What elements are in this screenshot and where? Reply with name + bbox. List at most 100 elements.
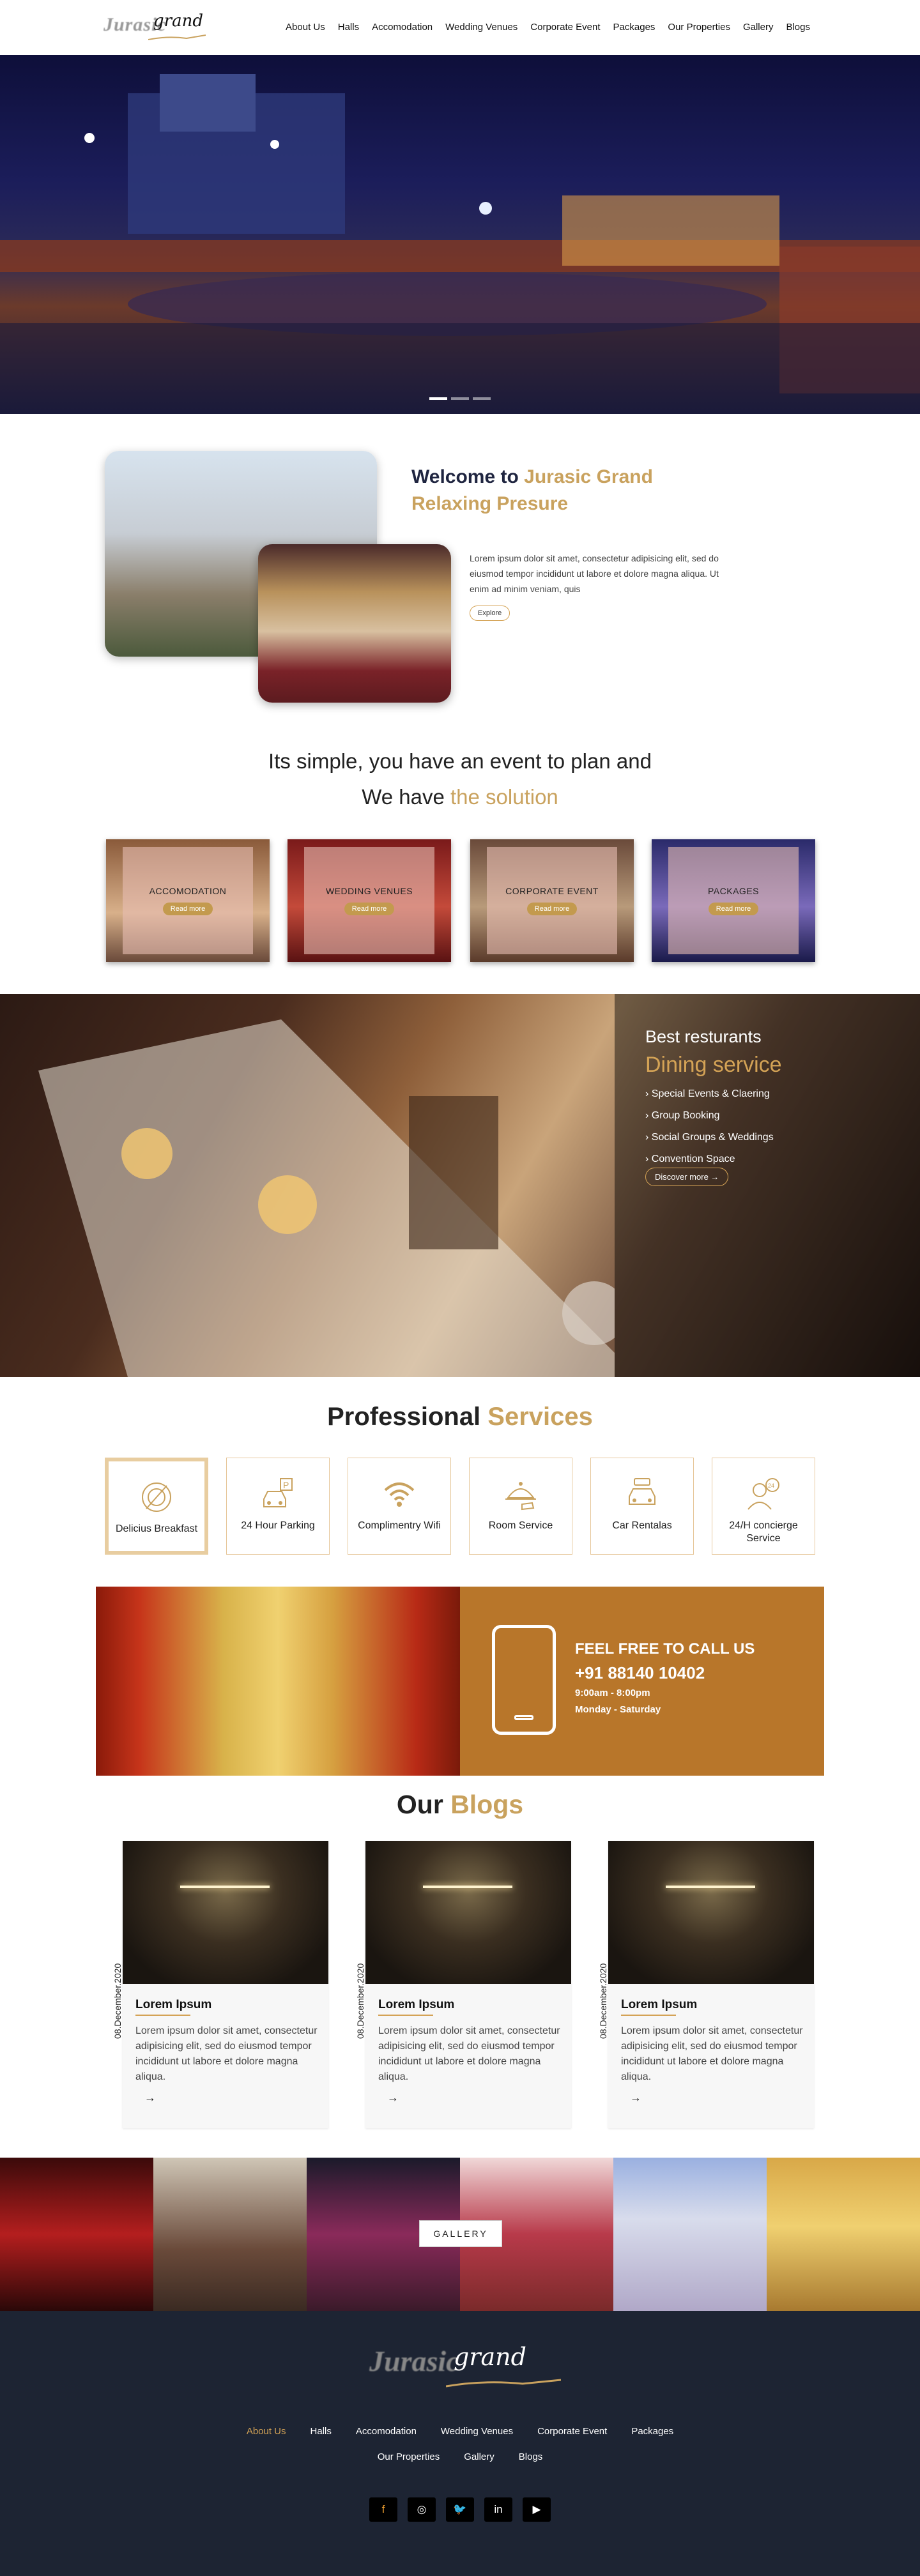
read-more-button[interactable]: Read more — [162, 903, 213, 915]
hero-slider[interactable] — [0, 55, 920, 414]
dining-item: › Social Groups & Weddings — [645, 1132, 774, 1143]
footer-link-about-us[interactable]: About Us — [247, 2426, 286, 2437]
discover-more-button[interactable]: Discover more → — [645, 1168, 729, 1186]
footer-link-our-properties[interactable]: Our Properties — [378, 2451, 440, 2462]
footer-link-packages[interactable]: Packages — [631, 2426, 673, 2437]
blog-image — [608, 1841, 814, 1984]
welcome-text: Lorem ipsum dolor sit amet, consectetur … — [470, 553, 719, 594]
blogs-title: Our Blogs — [396, 1790, 524, 1819]
site-header: Jurasic grand About Us Halls Accomodatio… — [0, 0, 920, 55]
parking-car-icon: P — [263, 1478, 293, 1507]
service-parking: P 24 Hour Parking — [226, 1458, 330, 1555]
call-banner-image — [96, 1587, 460, 1776]
footer-link-corporate-event[interactable]: Corporate Event — [537, 2426, 607, 2437]
solution-heading: Its simple, you have an event to plan an… — [268, 749, 652, 809]
blog-excerpt: Lorem ipsum dolor sit amet, consectetur … — [378, 2025, 560, 2082]
blog-title[interactable]: Lorem Ipsum — [378, 1998, 454, 2012]
read-more-button[interactable]: Read more — [344, 903, 395, 915]
social-links: f ◎ 🐦 in ▶ — [0, 2497, 920, 2522]
gallery-image[interactable] — [767, 2158, 920, 2311]
blog-underline — [621, 2015, 676, 2016]
arrow-right-icon[interactable]: → — [387, 2091, 399, 2105]
nav-wedding-venues[interactable]: Wedding Venues — [445, 22, 518, 33]
dining-subheading: Dining service — [645, 1053, 782, 1077]
nav-packages[interactable]: Packages — [613, 22, 656, 33]
dinosaur-logo-mark — [446, 2379, 561, 2388]
main-nav: About Us Halls Accomodation Wedding Venu… — [286, 22, 810, 33]
service-breakfast: Delicius Breakfast — [105, 1458, 208, 1555]
blog-underline — [378, 2015, 433, 2016]
footer-links-row1: About Us Halls Accomodation Wedding Venu… — [0, 2426, 920, 2437]
twitter-icon[interactable]: 🐦 — [446, 2497, 474, 2522]
room-service-icon — [505, 1482, 536, 1511]
site-footer: Jurasic grand About Us Halls Accomodatio… — [0, 2311, 920, 2576]
car-rental-icon — [629, 1478, 656, 1505]
dining-table-image — [38, 1019, 615, 1377]
slider-dot-2[interactable] — [451, 397, 469, 400]
nav-blogs[interactable]: Blogs — [786, 22, 810, 33]
dining-section: Best resturants Dining service › Special… — [0, 994, 920, 1377]
footer-logo[interactable]: Jurasic grand — [369, 2336, 561, 2394]
footer-link-blogs[interactable]: Blogs — [519, 2451, 543, 2462]
slider-dots — [0, 397, 920, 400]
call-hours: 9:00am - 8:00pm — [575, 1688, 650, 1698]
svg-text:P: P — [283, 1480, 289, 1490]
arrow-right-icon[interactable]: → — [630, 2091, 641, 2105]
blog-card[interactable]: 08.December.2020 Lorem Ipsum Lorem ipsum… — [598, 1841, 814, 2128]
footer-link-wedding-venues[interactable]: Wedding Venues — [441, 2426, 513, 2437]
footer-link-accomodation[interactable]: Accomodation — [356, 2426, 417, 2437]
blog-card[interactable]: 08.December.2020 Lorem Ipsum Lorem ipsum… — [355, 1841, 571, 2128]
welcome-title: Welcome to Jurasic Grand Relaxing Presur… — [411, 466, 653, 514]
concierge-icon: 24 — [747, 1478, 779, 1510]
nav-gallery[interactable]: Gallery — [743, 22, 774, 33]
service-wifi: Complimentry Wifi — [348, 1458, 451, 1555]
linkedin-icon[interactable]: in — [484, 2497, 512, 2522]
card-packages[interactable]: PACKAGES Read more — [652, 839, 815, 962]
blog-underline — [135, 2015, 190, 2016]
blog-title[interactable]: Lorem Ipsum — [621, 1998, 697, 2012]
explore-button[interactable]: Explore — [470, 606, 510, 621]
gallery-image[interactable] — [613, 2158, 767, 2311]
gallery-button[interactable]: GALLERY — [419, 2220, 502, 2247]
dining-item: › Convention Space — [645, 1154, 735, 1164]
blog-date: 08.December.2020 — [355, 1963, 365, 2039]
nav-our-properties[interactable]: Our Properties — [668, 22, 730, 33]
mobile-phone-icon — [492, 1625, 556, 1735]
arrow-right-icon[interactable]: → — [144, 2091, 156, 2105]
wifi-icon — [384, 1482, 415, 1507]
dining-item: › Group Booking — [645, 1110, 720, 1121]
call-heading: FEEL FREE TO CALL US — [575, 1640, 755, 1658]
card-accomodation[interactable]: ACCOMODATION Read more — [106, 839, 270, 962]
nav-about-us[interactable]: About Us — [286, 22, 325, 33]
blog-date: 08.December.2020 — [112, 1963, 123, 2039]
slider-dot-3[interactable] — [473, 397, 491, 400]
blog-date: 08.December.2020 — [598, 1963, 608, 2039]
facebook-icon[interactable]: f — [369, 2497, 397, 2522]
card-corporate-event[interactable]: CORPORATE EVENT Read more — [470, 839, 634, 962]
call-days: Monday - Saturday — [575, 1704, 661, 1715]
read-more-button[interactable]: Read more — [708, 903, 759, 915]
dining-item: › Special Events & Claering — [645, 1088, 770, 1099]
youtube-icon[interactable]: ▶ — [523, 2497, 551, 2522]
nav-corporate-event[interactable]: Corporate Event — [530, 22, 600, 33]
footer-links-row2: Our Properties Gallery Blogs — [0, 2451, 920, 2462]
footer-link-halls[interactable]: Halls — [310, 2426, 332, 2437]
nav-accomodation[interactable]: Accomodation — [372, 22, 433, 33]
slider-dot-1[interactable] — [429, 397, 447, 400]
read-more-button[interactable]: Read more — [526, 903, 578, 915]
nav-halls[interactable]: Halls — [338, 22, 359, 33]
plate-icon — [142, 1482, 171, 1512]
services-title: Professional Services — [327, 1403, 593, 1431]
dining-list: › Special Events & Claering › Group Book… — [645, 1083, 774, 1170]
blog-title[interactable]: Lorem Ipsum — [135, 1998, 211, 2012]
gallery-image[interactable] — [0, 2158, 153, 2311]
card-wedding-venues[interactable]: WEDDING VENUES Read more — [288, 839, 451, 962]
blog-image — [123, 1841, 328, 1984]
instagram-icon[interactable]: ◎ — [408, 2497, 436, 2522]
gallery-image[interactable] — [153, 2158, 307, 2311]
blog-card[interactable]: 08.December.2020 Lorem Ipsum Lorem ipsum… — [112, 1841, 328, 2128]
call-phone-number[interactable]: +91 88140 10402 — [575, 1663, 705, 1683]
site-logo[interactable]: Jurasic grand — [103, 9, 212, 46]
dining-heading: Best resturants — [645, 1027, 762, 1046]
footer-link-gallery[interactable]: Gallery — [464, 2451, 494, 2462]
